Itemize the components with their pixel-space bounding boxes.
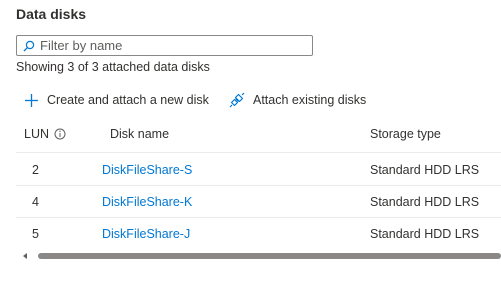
attach-existing-disks-button[interactable]: Attach existing disks bbox=[229, 90, 366, 110]
attach-link-icon bbox=[229, 92, 245, 108]
column-header-lun[interactable]: LUN bbox=[24, 127, 66, 141]
header-divider bbox=[16, 152, 501, 153]
scroll-left-icon[interactable] bbox=[23, 253, 27, 259]
scrollbar-thumb[interactable] bbox=[38, 253, 501, 259]
table-row[interactable]: 2 DiskFileShare-S Standard HDD LRS bbox=[0, 154, 501, 185]
horizontal-scrollbar[interactable] bbox=[16, 251, 501, 261]
info-icon[interactable] bbox=[54, 128, 66, 140]
storage-type-cell: Standard HDD LRS bbox=[370, 227, 480, 241]
disk-name-link[interactable]: DiskFileShare-J bbox=[102, 227, 190, 241]
disk-name-link[interactable]: DiskFileShare-S bbox=[102, 163, 192, 177]
lun-cell: 2 bbox=[32, 163, 39, 177]
column-header-disk-name[interactable]: Disk name bbox=[110, 127, 169, 141]
disk-name-link[interactable]: DiskFileShare-K bbox=[102, 195, 192, 209]
lun-cell: 5 bbox=[32, 227, 39, 241]
lun-header-label: LUN bbox=[24, 127, 50, 141]
section-title: Data disks bbox=[16, 6, 87, 22]
lun-cell: 4 bbox=[32, 195, 39, 209]
table-row[interactable]: 5 DiskFileShare-J Standard HDD LRS bbox=[0, 218, 501, 249]
storage-type-cell: Standard HDD LRS bbox=[370, 163, 480, 177]
create-attach-disk-label: Create and attach a new disk bbox=[47, 93, 209, 107]
attach-existing-disks-label: Attach existing disks bbox=[253, 93, 367, 107]
storage-type-cell: Standard HDD LRS bbox=[370, 195, 480, 209]
table-row[interactable]: 4 DiskFileShare-K Standard HDD LRS bbox=[0, 186, 501, 217]
column-header-storage-type[interactable]: Storage type bbox=[370, 127, 441, 141]
plus-icon bbox=[24, 93, 39, 108]
disk-count-text: Showing 3 of 3 attached data disks bbox=[16, 60, 210, 74]
filter-box[interactable] bbox=[16, 35, 313, 56]
filter-input[interactable] bbox=[38, 38, 300, 53]
search-icon bbox=[20, 36, 38, 55]
create-attach-disk-button[interactable]: Create and attach a new disk bbox=[24, 90, 209, 110]
